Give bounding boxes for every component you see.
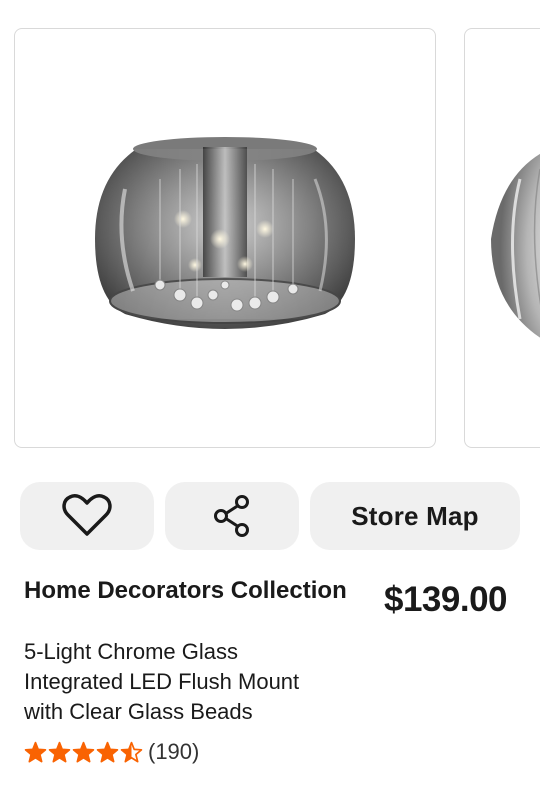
favorite-button[interactable] <box>20 482 154 550</box>
store-map-button[interactable]: Store Map <box>310 482 520 550</box>
product-price: $139.00 <box>384 580 508 619</box>
store-map-label: Store Map <box>351 500 479 531</box>
brand-name[interactable]: Home Decorators Collection <box>24 577 347 605</box>
product-image-main[interactable] <box>14 28 436 448</box>
product-actions: Store Map <box>20 482 520 550</box>
star-full-icon <box>48 741 71 763</box>
product-title-line: Integrated LED Flush Mount <box>24 669 300 694</box>
star-full-icon <box>72 741 95 763</box>
star-half-icon <box>120 741 143 763</box>
chandelier-image <box>95 137 355 329</box>
star-rating <box>24 741 144 763</box>
product-image-next[interactable] <box>464 28 540 448</box>
review-count: (190) <box>148 739 200 764</box>
rating-summary[interactable]: (190) <box>24 736 199 768</box>
product-title: 5-Light Chrome Glass Integrated LED Flus… <box>24 637 384 727</box>
product-image-carousel[interactable] <box>0 0 540 460</box>
product-title-line: 5-Light Chrome Glass <box>24 639 238 664</box>
share-button[interactable] <box>165 482 299 550</box>
star-full-icon <box>96 741 119 763</box>
share-icon <box>214 495 249 537</box>
chandelier-image-2 <box>491 154 540 338</box>
heart-icon <box>62 494 112 536</box>
star-full-icon <box>24 741 47 763</box>
product-title-line: with Clear Glass Beads <box>24 699 253 724</box>
